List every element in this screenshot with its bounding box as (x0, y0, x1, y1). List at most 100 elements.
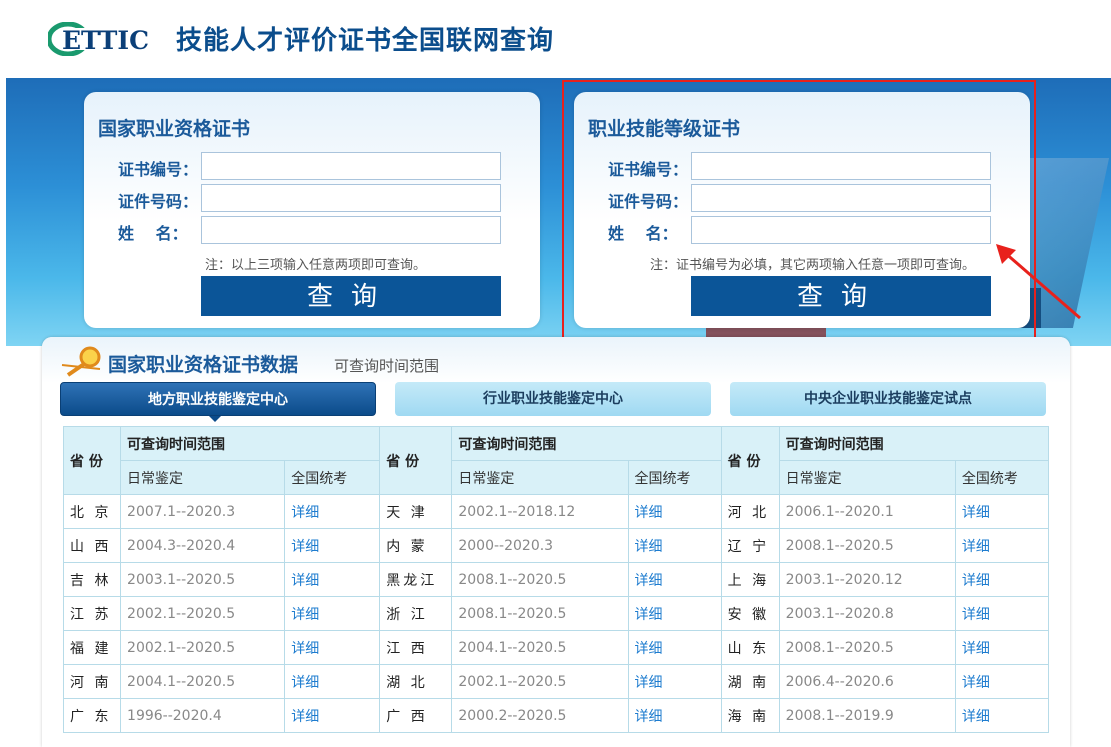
province-header: 省 份 (379, 426, 453, 495)
national-header: 全国统考 (627, 460, 722, 495)
table-row: 吉 林 2003.1--2020.5 详细 黑龙江 2008.1--2020.5 详细上 … (62, 562, 1050, 597)
field-label: 证书编号： (118, 160, 199, 179)
province-cell: 山 西 (62, 528, 122, 563)
daily-range-cell: 2004.1--2020.5 (451, 630, 629, 665)
detail-link[interactable]: 详细 (284, 664, 381, 699)
highlight-box (562, 80, 1036, 340)
detail-link[interactable]: 详细 (284, 562, 381, 597)
detail-link[interactable]: 详细 (284, 630, 381, 665)
site-title: 技能人才评价证书全国联网查询 (176, 26, 555, 56)
province-cell: 吉 林 (62, 562, 122, 597)
daily-header: 日常鉴定 (778, 460, 956, 495)
daily-range-cell: 2008.1--2019.9 (778, 698, 956, 733)
detail-link[interactable]: 详细 (627, 528, 722, 563)
daily-header: 日常鉴定 (120, 460, 286, 495)
table-row: 北 京 2007.1--2020.3 详细天 津 2002.1--2018.12 详细河… (62, 494, 1050, 529)
daily-range-cell: 2003.1--2020.5 (120, 562, 286, 597)
site-header: ETTIC 技能人才评价证书全国联网查询 (0, 0, 1111, 78)
detail-link[interactable]: 详细 (627, 596, 722, 631)
detail-link[interactable]: 详细 (954, 494, 1050, 529)
vocational-qualification-card: 国家职业资格证书 证书编号： 证件号码： 姓 名： 注：以上三项输入任意两项即可… (84, 92, 540, 328)
detail-link[interactable]: 详细 (954, 664, 1050, 699)
daily-range-cell: 2002.1--2020.5 (120, 596, 286, 631)
detail-link[interactable]: 详细 (627, 698, 722, 733)
tab-pointer-icon (209, 416, 221, 422)
daily-range-cell: 2000.2--2020.5 (451, 698, 629, 733)
daily-range-cell: 2000--2020.3 (451, 528, 629, 563)
ettic-logo: ETTIC (48, 22, 149, 56)
province-cell: 江 苏 (62, 596, 122, 631)
daily-range-cell: 2008.1--2020.5 (451, 596, 629, 631)
province-cell: 浙 江 (379, 596, 453, 631)
province-cell: 黑龙江 (379, 562, 453, 597)
table-row: 山 西 2004.3--2020.4 详细内 蒙 2000--2020.3 详细辽 宁2… (62, 528, 1050, 563)
detail-link[interactable]: 详细 (627, 630, 722, 665)
daily-range-cell: 2003.1--2020.8 (778, 596, 956, 631)
province-header: 省 份 (720, 426, 780, 495)
logo-text: ETTIC (62, 26, 149, 55)
province-cell: 河 南 (62, 664, 122, 699)
national-header: 全国统考 (284, 460, 381, 495)
detail-link[interactable]: 详细 (284, 698, 381, 733)
query-note: 注：以上三项输入任意两项即可查询。 (205, 258, 427, 273)
id-number-input[interactable] (201, 184, 501, 212)
province-cell: 湖 北 (379, 664, 453, 699)
province-cell: 河 北 (720, 494, 780, 529)
certificate-data-panel: 国家职业资格证书数据 可查询时间范围 地方职业技能鉴定中心 行业职业技能鉴定中心… (42, 337, 1070, 747)
detail-link[interactable]: 详细 (284, 528, 381, 563)
detail-link[interactable]: 详细 (954, 562, 1050, 597)
daily-range-cell: 2006.1--2020.1 (778, 494, 956, 529)
tab-industry-center[interactable]: 行业职业技能鉴定中心 (395, 382, 711, 416)
tab-central-enterprise[interactable]: 中央企业职业技能鉴定试点 (730, 382, 1046, 416)
range-header: 可查询时间范围 (451, 426, 722, 461)
field-label: 姓 名： (118, 224, 188, 243)
magnifier-icon (61, 346, 101, 377)
daily-range-cell: 1996--2020.4 (120, 698, 286, 733)
province-cell: 山 东 (720, 630, 780, 665)
detail-link[interactable]: 详细 (284, 494, 381, 529)
province-cell: 上 海 (720, 562, 780, 597)
detail-link[interactable]: 详细 (954, 698, 1050, 733)
province-cell: 湖 南 (720, 664, 780, 699)
panel-header: 国家职业资格证书数据 可查询时间范围 (42, 337, 1070, 383)
province-range-table: 省 份 可查询时间范围 省 份 可查询时间范围 省 份 可查询时间范围 日常鉴定… (62, 426, 1050, 733)
name-input[interactable] (201, 216, 501, 244)
province-cell: 广 东 (62, 698, 122, 733)
table-row: 福 建 2002.1--2020.5 详细江 西 2004.1--2020.5 详细山 … (62, 630, 1050, 665)
daily-range-cell: 2008.1--2020.5 (778, 528, 956, 563)
detail-link[interactable]: 详细 (954, 630, 1050, 665)
province-cell: 安 徽 (720, 596, 780, 631)
detail-link[interactable]: 详细 (627, 664, 722, 699)
query-button[interactable]: 查询 (201, 276, 501, 316)
province-cell: 北 京 (62, 494, 122, 529)
field-label: 证件号码： (118, 192, 199, 211)
red-arrow-icon (996, 244, 1081, 320)
daily-range-cell: 2008.1--2020.5 (778, 630, 956, 665)
detail-link[interactable]: 详细 (954, 596, 1050, 631)
province-cell: 广 西 (379, 698, 453, 733)
detail-link[interactable]: 详细 (627, 562, 722, 597)
card-title: 国家职业资格证书 (98, 118, 251, 140)
detail-link[interactable]: 详细 (954, 528, 1050, 563)
province-cell: 辽 宁 (720, 528, 780, 563)
daily-range-cell: 2004.3--2020.4 (120, 528, 286, 563)
province-cell: 福 建 (62, 630, 122, 665)
certificate-number-input[interactable] (201, 152, 501, 180)
province-cell: 天 津 (379, 494, 453, 529)
daily-header: 日常鉴定 (451, 460, 629, 495)
detail-link[interactable]: 详细 (627, 494, 722, 529)
province-header: 省 份 (62, 426, 122, 495)
daily-range-cell: 2002.1--2020.5 (120, 630, 286, 665)
daily-range-cell: 2002.1--2018.12 (451, 494, 629, 529)
daily-range-cell: 2003.1--2020.12 (778, 562, 956, 597)
tab-local-center[interactable]: 地方职业技能鉴定中心 (60, 382, 376, 416)
daily-range-cell: 2004.1--2020.5 (120, 664, 286, 699)
range-header: 可查询时间范围 (778, 426, 1050, 461)
province-cell: 内 蒙 (379, 528, 453, 563)
table-row: 河 南 2004.1--2020.5 详细湖 北 2002.1--2020.5 详细湖 … (62, 664, 1050, 699)
daily-range-cell: 2006.4--2020.6 (778, 664, 956, 699)
table-body: 北 京 2007.1--2020.3 详细天 津 2002.1--2018.12 详细河… (62, 494, 1050, 733)
panel-subtitle: 可查询时间范围 (334, 357, 440, 375)
detail-link[interactable]: 详细 (284, 596, 381, 631)
province-cell: 江 西 (379, 630, 453, 665)
